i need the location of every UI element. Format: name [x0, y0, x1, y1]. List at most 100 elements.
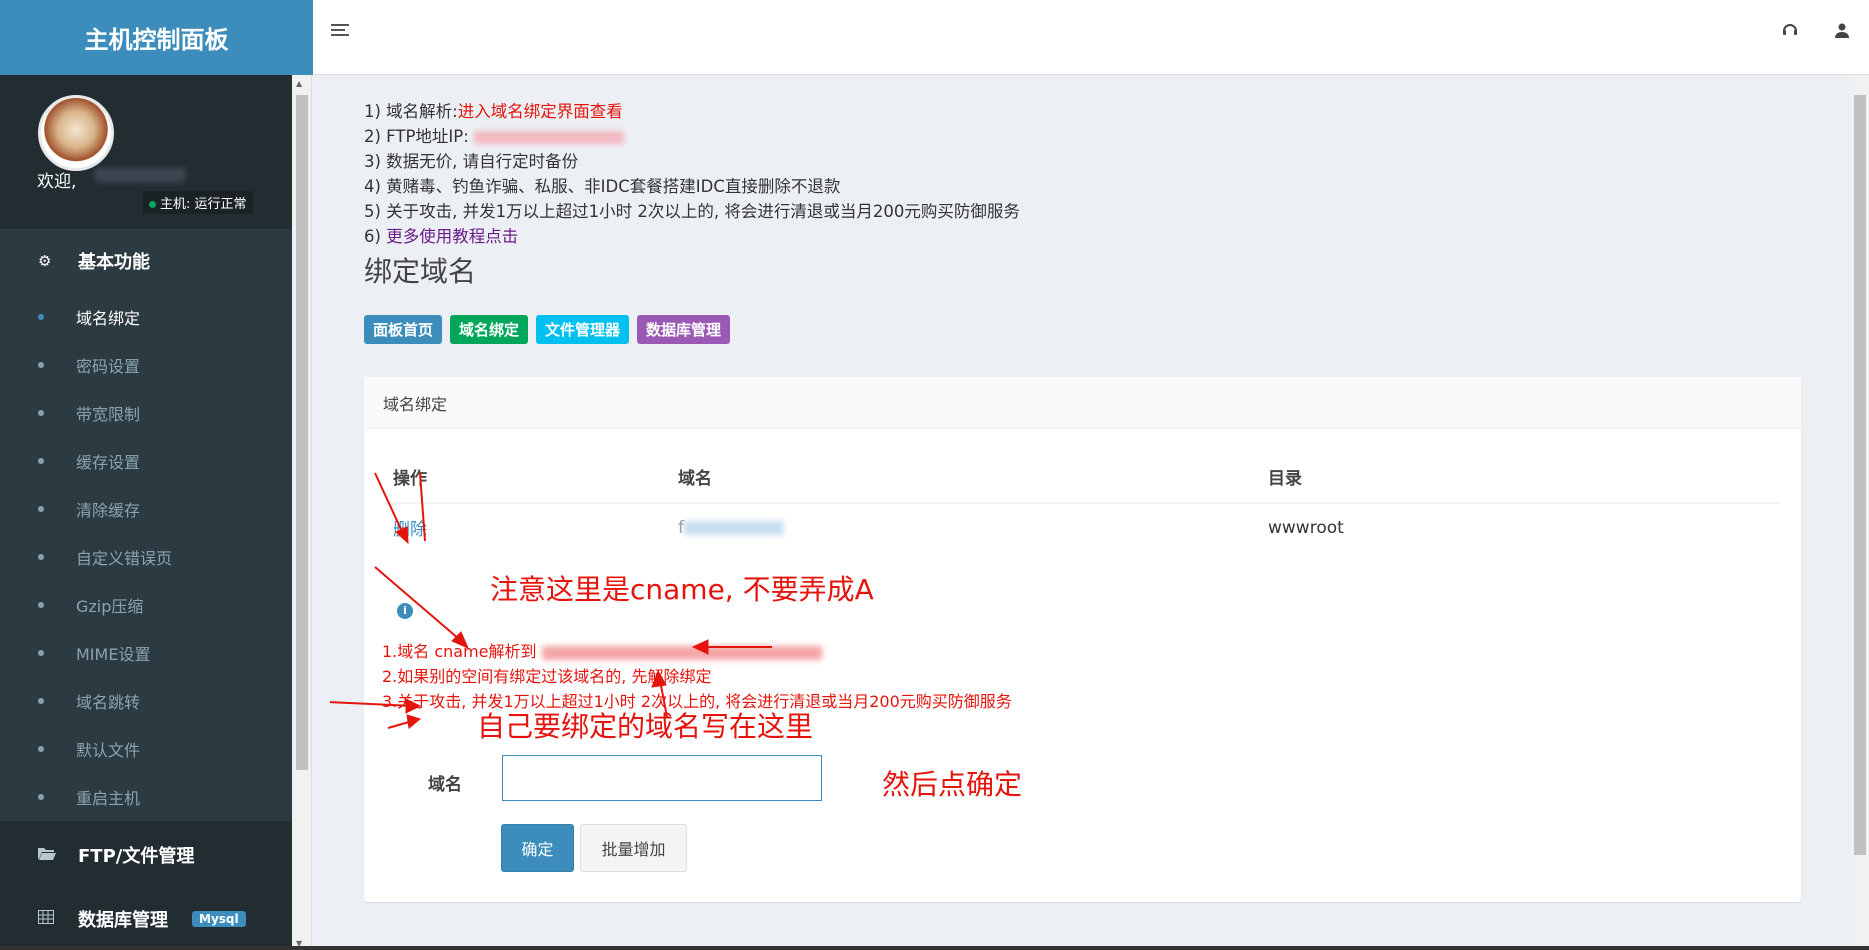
redacted-domain	[684, 520, 784, 535]
table-header-row: 操作 域名 目录	[384, 450, 1780, 504]
col-action: 操作	[384, 450, 669, 504]
brand-logo[interactable]: 主机控制面板	[0, 0, 313, 75]
quick-link-panel-home[interactable]: 面板首页	[364, 315, 443, 344]
sidebar-item-label: 密码设置	[76, 357, 141, 376]
sidebar-item-default-file[interactable]: 默认文件	[0, 725, 292, 773]
hamburger-icon[interactable]	[331, 24, 349, 38]
box-header: 域名绑定	[364, 377, 1801, 429]
notice-3: 3) 数据无价, 请自行定时备份	[364, 152, 579, 171]
status-dot-icon	[149, 201, 156, 208]
domain-bind-box: 域名绑定 操作 域名 目录 删除 f wwwroot i 1.域名 cname解…	[364, 377, 1801, 902]
domain-field-label: 域名	[428, 775, 462, 795]
bullet-icon	[38, 458, 44, 464]
col-domain: 域名	[669, 450, 1259, 504]
sidebar-section-basic[interactable]: ⚙ 基本功能	[0, 229, 292, 293]
host-status-text: 主机: 运行正常	[160, 197, 247, 212]
sidebar-section-db[interactable]: 数据库管理 Mysql	[0, 887, 292, 950]
bullet-icon	[38, 794, 44, 800]
sidebar-section-ftp-label: FTP/文件管理	[78, 846, 195, 867]
sidebar-item-label: 清除缓存	[76, 501, 141, 520]
sidebar: 欢迎, 主机: 运行正常 ⚙ 基本功能 域名绑定 密码设置 带宽限制 缓存设置 …	[0, 75, 292, 950]
quick-links: 面板首页 域名绑定 文件管理器 数据库管理	[364, 315, 738, 344]
welcome-text: 欢迎,	[37, 172, 77, 192]
cell-domain: f	[669, 503, 1259, 551]
batch-add-button[interactable]: 批量增加	[580, 824, 687, 872]
sidebar-item-restart[interactable]: 重启主机	[0, 773, 292, 821]
notice-4: 4) 黄赌毒、钓鱼诈骗、私服、非IDC套餐搭建IDC直接删除不退款	[364, 177, 841, 196]
rule-1: 1.域名 cname解析到	[382, 639, 1012, 664]
bullet-icon	[38, 746, 44, 752]
domain-table: 操作 域名 目录 删除 f wwwroot	[384, 450, 1780, 551]
rule-2: 2.如果别的空间有绑定过该域名的, 先解除绑定	[382, 667, 712, 686]
sidebar-item-label: 重启主机	[76, 789, 141, 808]
sidebar-scrollbar[interactable]: ▲ ▼	[292, 75, 312, 950]
table-icon	[38, 910, 60, 928]
sidebar-item-domain-bind[interactable]: 域名绑定	[0, 293, 292, 341]
redacted-username	[95, 168, 185, 182]
brand-title: 主机控制面板	[84, 26, 229, 54]
avatar	[38, 95, 114, 171]
main-content: 1) 域名解析:进入域名绑定界面查看 2) FTP地址IP: 3) 数据无价, …	[330, 75, 1835, 950]
sidebar-item-bandwidth[interactable]: 带宽限制	[0, 389, 292, 437]
host-status-badge: 主机: 运行正常	[143, 191, 253, 214]
folder-open-icon	[38, 846, 60, 864]
sidebar-item-label: 域名跳转	[76, 693, 141, 712]
page-title: 绑定域名	[364, 255, 477, 288]
bullet-icon	[38, 698, 44, 704]
scroll-up-icon[interactable]: ▲	[296, 79, 302, 88]
domain-resolve-link[interactable]: 进入域名绑定界面查看	[458, 102, 623, 121]
notice-2: 2) FTP地址IP:	[364, 124, 1020, 149]
sidebar-item-label: Gzip压缩	[76, 597, 144, 616]
notice-list: 1) 域名解析:进入域名绑定界面查看 2) FTP地址IP: 3) 数据无价, …	[364, 99, 1020, 249]
redacted-ip	[474, 131, 625, 144]
gears-icon: ⚙	[38, 252, 52, 270]
sidebar-section-ftp[interactable]: FTP/文件管理	[0, 823, 292, 887]
notice-2-text: 2) FTP地址IP:	[364, 127, 469, 146]
table-row: 删除 f wwwroot	[384, 503, 1780, 551]
sidebar-item-clear-cache[interactable]: 清除缓存	[0, 485, 292, 533]
main-scrollbar[interactable]	[1851, 75, 1869, 950]
notice-6-text: 6)	[364, 227, 381, 246]
user-panel: 欢迎, 主机: 运行正常	[0, 75, 292, 229]
annotation-input-note: 自己要绑定的域名写在这里	[477, 710, 814, 743]
notice-5: 5) 关于攻击, 并发1万以上超过1小时 2次以上的, 将会进行清退或当月200…	[364, 202, 1020, 221]
sidebar-item-label: 自定义错误页	[76, 549, 173, 568]
cell-directory: wwwroot	[1268, 517, 1344, 538]
col-directory: 目录	[1259, 450, 1780, 504]
sidebar-section-db-label: 数据库管理	[78, 910, 168, 931]
mysql-badge: Mysql	[192, 911, 246, 927]
sidebar-item-cache-settings[interactable]: 缓存设置	[0, 437, 292, 485]
box-title: 域名绑定	[383, 394, 448, 414]
sidebar-item-mime[interactable]: MIME设置	[0, 629, 292, 677]
sidebar-section-basic-label: 基本功能	[78, 252, 150, 273]
sidebar-scroll-thumb[interactable]	[296, 95, 308, 770]
bullet-icon	[38, 506, 44, 512]
bullet-icon	[38, 314, 44, 320]
sidebar-item-label: 带宽限制	[76, 405, 141, 424]
quick-link-db-manager[interactable]: 数据库管理	[637, 315, 731, 344]
sidebar-item-password[interactable]: 密码设置	[0, 341, 292, 389]
bottom-edge	[0, 946, 1869, 950]
quick-link-file-manager[interactable]: 文件管理器	[536, 315, 630, 344]
headset-icon[interactable]	[1777, 20, 1803, 46]
bind-rules: 1.域名 cname解析到 2.如果别的空间有绑定过该域名的, 先解除绑定 3.…	[382, 639, 1012, 714]
sidebar-item-error-pages[interactable]: 自定义错误页	[0, 533, 292, 581]
tutorial-link[interactable]: 更多使用教程点击	[386, 227, 518, 246]
sidebar-item-gzip[interactable]: Gzip压缩	[0, 581, 292, 629]
rule-1-text: 1.域名 cname解析到	[382, 642, 537, 661]
info-icon: i	[397, 603, 413, 619]
delete-link[interactable]: 删除	[393, 520, 427, 540]
sidebar-item-label: MIME设置	[76, 645, 151, 664]
app-window: 主机控制面板 欢迎, 主机: 运行正常 ⚙ 基本功能 域名绑定 密码设置 带宽限…	[0, 0, 1869, 950]
quick-link-domain-bind[interactable]: 域名绑定	[450, 315, 529, 344]
annotation-confirm-note: 然后点确定	[882, 768, 1023, 801]
domain-input[interactable]	[502, 755, 822, 801]
sidebar-item-label: 缓存设置	[76, 453, 141, 472]
main-scroll-thumb[interactable]	[1854, 95, 1866, 855]
notice-1: 1) 域名解析:进入域名绑定界面查看	[364, 99, 1020, 124]
sidebar-item-redirect[interactable]: 域名跳转	[0, 677, 292, 725]
user-icon[interactable]	[1829, 20, 1855, 46]
bullet-icon	[38, 554, 44, 560]
sidebar-item-label: 域名绑定	[76, 309, 141, 328]
confirm-button[interactable]: 确定	[501, 824, 574, 872]
